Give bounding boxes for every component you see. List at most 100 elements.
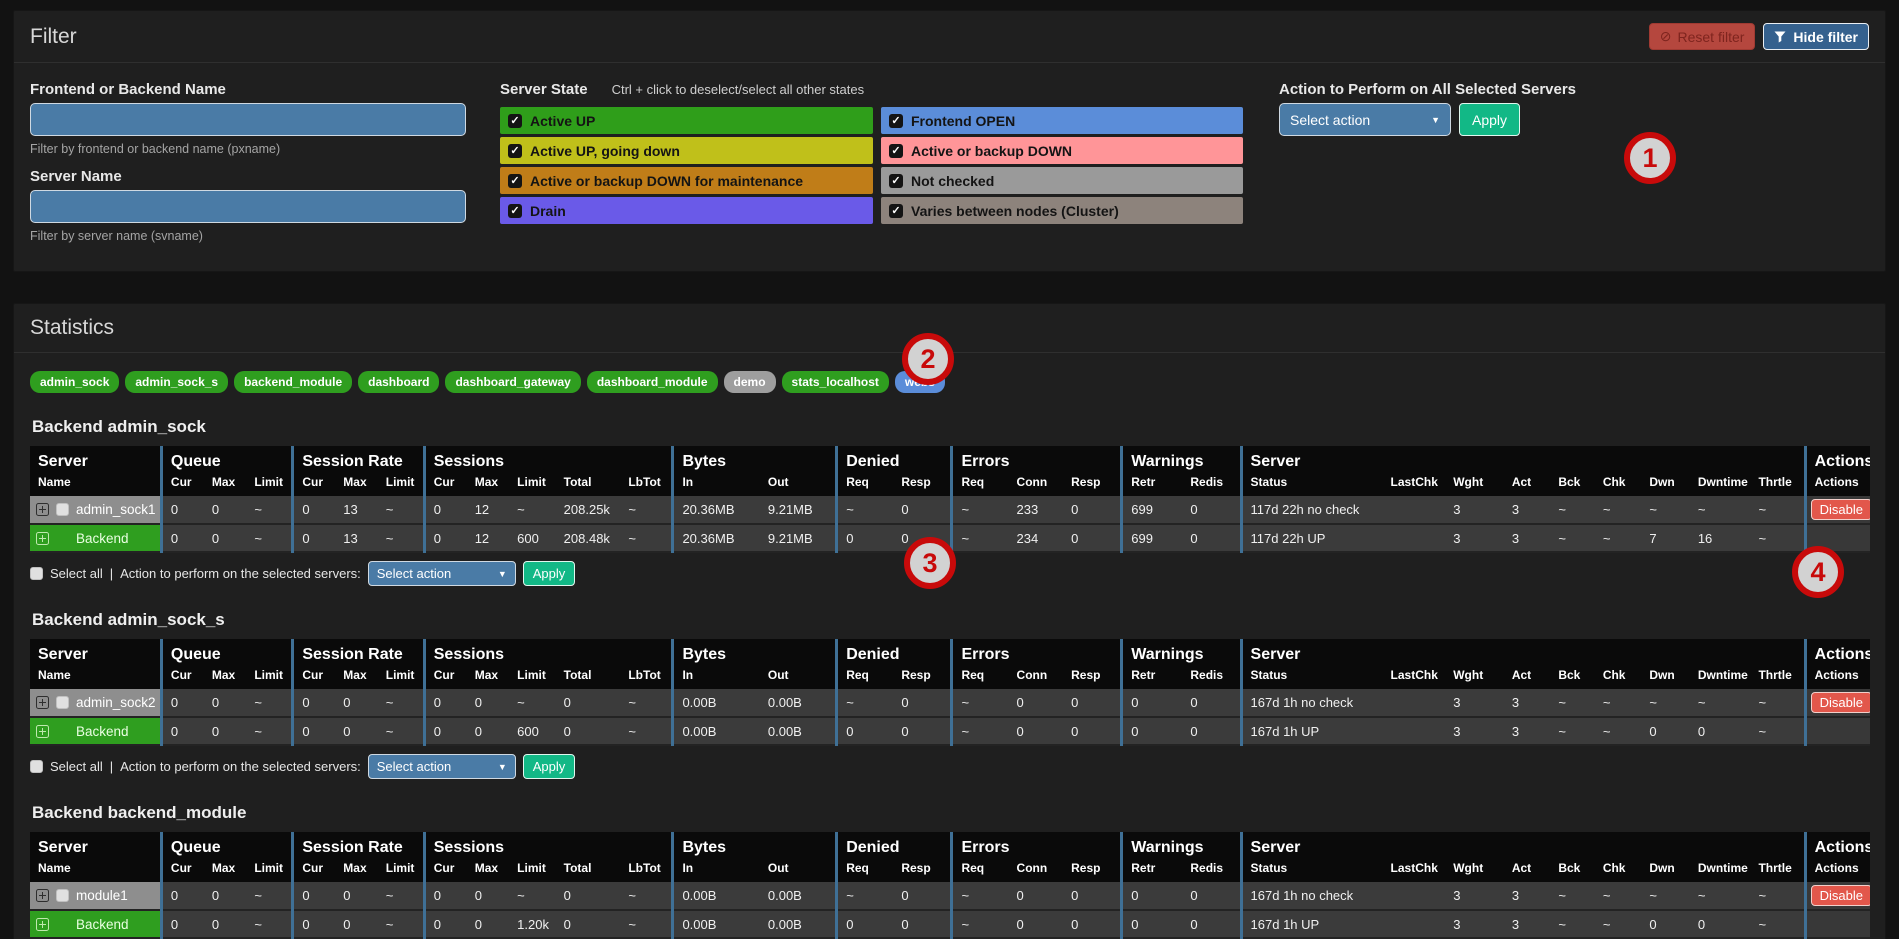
actions-cell: Disable xyxy=(1805,882,1870,910)
proxy-badge-dashboard-module[interactable]: dashboard_module xyxy=(587,371,718,393)
server-state-drain[interactable]: ✓Drain xyxy=(500,197,873,224)
proxy-badge-dashboard[interactable]: dashboard xyxy=(358,371,439,393)
global-action-select[interactable]: Select action ▼ xyxy=(1279,103,1451,136)
column-act: Act xyxy=(1504,858,1551,882)
cell-limit: ~ xyxy=(246,910,293,938)
cell-thrtle: ~ xyxy=(1750,882,1805,910)
cell-resp: 0 xyxy=(1063,689,1122,717)
disable-button[interactable]: Disable xyxy=(1811,499,1870,520)
proxy-badge-demo[interactable]: demo xyxy=(724,371,776,393)
chevron-down-icon: ▼ xyxy=(498,569,507,579)
cell-limit: ~ xyxy=(246,717,293,745)
column-out: Out xyxy=(760,665,837,689)
cell-cur: 0 xyxy=(424,496,466,524)
proxy-badge-admin-sock[interactable]: admin_sock xyxy=(30,371,119,393)
global-action-column: Action to Perform on All Selected Server… xyxy=(1279,81,1576,255)
row-action-select[interactable]: Select action▼ xyxy=(368,561,516,586)
cell-in: 0.00B xyxy=(673,910,760,938)
proxy-badge-dashboard-gateway[interactable]: dashboard_gateway xyxy=(445,371,580,393)
cell-cur: 0 xyxy=(293,910,335,938)
cell-in: 20.36MB xyxy=(673,496,760,524)
hide-filter-button[interactable]: Hide filter xyxy=(1763,23,1869,50)
cell-dwntime: ~ xyxy=(1690,496,1751,524)
column-group-warnings: Warnings xyxy=(1122,446,1241,472)
cell-cur: 0 xyxy=(161,496,203,524)
svname-input[interactable] xyxy=(30,190,466,223)
column-limit: Limit xyxy=(378,858,425,882)
plus-square-icon[interactable] xyxy=(36,696,49,709)
plus-square-icon[interactable] xyxy=(36,918,49,931)
plus-square-icon[interactable] xyxy=(36,503,49,516)
checkbox-checked-icon: ✓ xyxy=(889,144,903,158)
checkbox-unchecked-icon[interactable] xyxy=(56,696,69,709)
column-resp: Resp xyxy=(893,472,952,496)
row-action-select[interactable]: Select action▼ xyxy=(368,754,516,779)
column-max: Max xyxy=(204,472,246,496)
server-state-label-text: Drain xyxy=(530,203,566,219)
stats-table: ServerQueueSession RateSessionsBytesDeni… xyxy=(30,639,1870,746)
column-cur: Cur xyxy=(293,858,335,882)
cell-status: 117d 22h no check xyxy=(1241,496,1383,524)
backend-table-heading: Backend admin_sock_s xyxy=(32,610,1869,630)
cell-retr: 0 xyxy=(1122,689,1183,717)
server-state-active-up-going-down[interactable]: ✓Active UP, going down xyxy=(500,137,873,164)
checkbox-unchecked-icon[interactable] xyxy=(56,889,69,902)
row-apply-button[interactable]: Apply xyxy=(523,561,576,586)
cell-thrtle: ~ xyxy=(1750,689,1805,717)
column-group-server: Server xyxy=(30,832,161,858)
plus-square-icon[interactable] xyxy=(36,725,49,738)
server-name-cell: admin_sock2 xyxy=(30,689,161,717)
cell-in: 0.00B xyxy=(673,689,760,717)
cell-max: 12 xyxy=(467,496,509,524)
cell-dwntime: 16 xyxy=(1690,524,1751,552)
cell-out: 9.21MB xyxy=(760,496,837,524)
server-state-not-checked[interactable]: ✓Not checked xyxy=(881,167,1243,194)
svname-label: Server Name xyxy=(30,168,470,185)
plus-square-icon[interactable] xyxy=(36,532,49,545)
row-apply-button[interactable]: Apply xyxy=(523,754,576,779)
global-action-select-value: Select action xyxy=(1290,112,1370,128)
column-max: Max xyxy=(204,665,246,689)
column-max: Max xyxy=(335,472,377,496)
server-state-header: Server State Ctrl + click to deselect/se… xyxy=(500,81,1245,98)
cell-limit: ~ xyxy=(509,496,556,524)
proxy-badge-stats-localhost[interactable]: stats_localhost xyxy=(782,371,889,393)
proxy-badge-backend-module[interactable]: backend_module xyxy=(234,371,352,393)
server-state-active-or-backup-down-for-maintenance[interactable]: ✓Active or backup DOWN for maintenance xyxy=(500,167,873,194)
cell-act: 3 xyxy=(1504,882,1551,910)
column-limit: Limit xyxy=(246,665,293,689)
column-group-errors: Errors xyxy=(952,446,1122,472)
server-name: Backend xyxy=(76,724,129,739)
column-max: Max xyxy=(467,472,509,496)
server-state-active-or-backup-down[interactable]: ✓Active or backup DOWN xyxy=(881,137,1243,164)
column-actions: Actions xyxy=(1805,472,1870,496)
disable-button[interactable]: Disable xyxy=(1811,885,1870,906)
select-all-checkbox[interactable] xyxy=(30,567,43,580)
server-state-frontend-open[interactable]: ✓Frontend OPEN xyxy=(881,107,1243,134)
pxname-input[interactable] xyxy=(30,103,466,136)
select-all-checkbox[interactable] xyxy=(30,760,43,773)
server-state-active-up[interactable]: ✓Active UP xyxy=(500,107,873,134)
column-lbtot: LbTot xyxy=(620,472,673,496)
cell-bck: ~ xyxy=(1550,882,1594,910)
separator: | xyxy=(110,566,113,581)
cell-dwn: 7 xyxy=(1641,524,1690,552)
server-name: admin_sock1 xyxy=(76,502,156,517)
cell-req: ~ xyxy=(952,496,1009,524)
column-retr: Retr xyxy=(1122,665,1183,689)
column-dwntime: Dwntime xyxy=(1690,665,1751,689)
proxy-badge-admin-sock-s[interactable]: admin_sock_s xyxy=(125,371,228,393)
global-apply-button[interactable]: Apply xyxy=(1459,103,1520,136)
server-state-varies-between-nodes-cluster[interactable]: ✓Varies between nodes (Cluster) xyxy=(881,197,1243,224)
checkbox-unchecked-icon[interactable] xyxy=(56,503,69,516)
disable-button[interactable]: Disable xyxy=(1811,692,1870,713)
reset-filter-label: Reset filter xyxy=(1678,29,1745,45)
cell-req: ~ xyxy=(952,717,1009,745)
reset-filter-button[interactable]: ⊘ Reset filter xyxy=(1649,23,1756,50)
filter-header-buttons: ⊘ Reset filter Hide filter xyxy=(1649,23,1869,50)
column-group-server: Server xyxy=(1241,446,1805,472)
plus-square-icon[interactable] xyxy=(36,889,49,902)
column-group-server: Server xyxy=(1241,832,1805,858)
cell-req: ~ xyxy=(837,496,894,524)
cell-conn: 0 xyxy=(1009,882,1064,910)
